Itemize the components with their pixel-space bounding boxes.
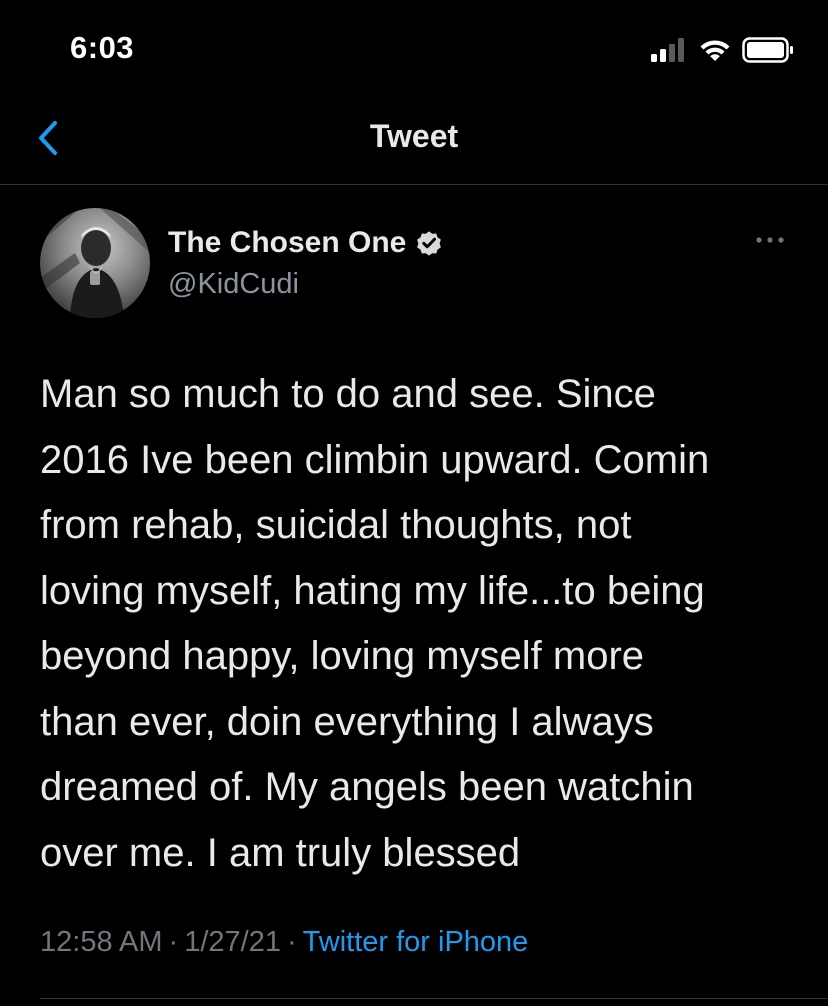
status-icons xyxy=(650,36,794,64)
status-time: 6:03 xyxy=(70,30,135,65)
avatar[interactable] xyxy=(40,208,150,318)
nav-bar: Tweet xyxy=(0,96,828,185)
verified-badge-icon xyxy=(417,231,442,256)
cellular-signal-icon xyxy=(651,38,684,62)
chevron-left-icon xyxy=(39,121,57,155)
ellipsis-icon xyxy=(756,237,784,243)
tweet-source-link[interactable]: Twitter for iPhone xyxy=(303,926,529,958)
author-handle[interactable]: @KidCudi xyxy=(168,268,299,301)
more-options-button[interactable] xyxy=(750,228,790,252)
author-display-name: The Chosen One xyxy=(168,226,407,259)
avatar-image xyxy=(40,208,150,318)
tweet-header: The Chosen One @KidCudi xyxy=(40,208,790,320)
meta-separator: · xyxy=(168,926,179,958)
tweet-text: Man so much to do and see. Since 2016 Iv… xyxy=(40,372,710,875)
tweet-date: 1/27/21 xyxy=(184,926,281,958)
author-name-row[interactable]: The Chosen One xyxy=(168,226,444,260)
wifi-icon xyxy=(700,40,730,61)
back-button[interactable] xyxy=(24,114,72,162)
page-title: Tweet xyxy=(369,118,459,154)
divider xyxy=(40,998,828,999)
battery-icon xyxy=(742,37,793,63)
status-bar: 6:03 xyxy=(0,0,828,96)
tweet-time: 12:58 AM xyxy=(40,926,163,958)
meta-separator: · xyxy=(286,926,297,958)
tweet-meta: 12:58 AM · 1/27/21 · Twitter for iPhone xyxy=(40,926,528,959)
